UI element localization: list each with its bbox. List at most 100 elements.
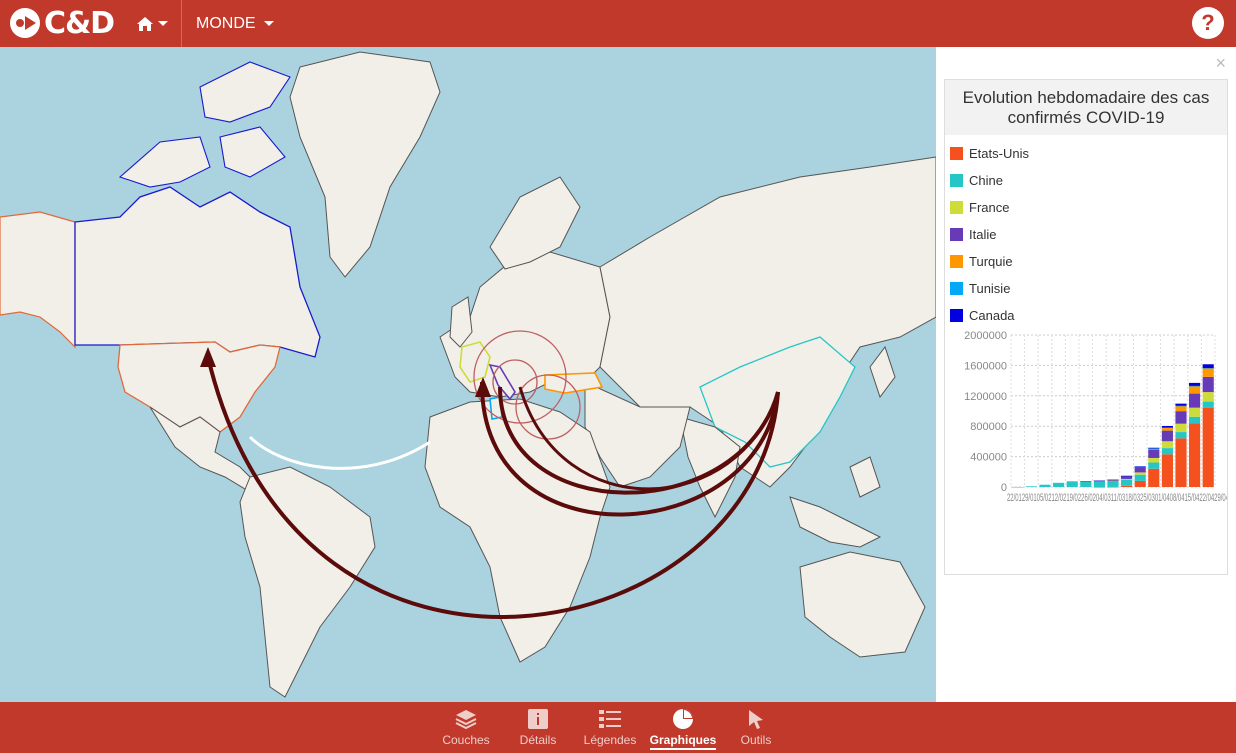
legend-item[interactable]: Etats-Unis [950,140,1029,167]
legend-label: Tunisie [969,281,1011,296]
land-alaska[interactable] [0,211,76,349]
home-menu-button[interactable] [122,0,182,47]
bar-segment[interactable] [1202,376,1214,393]
bar-segment[interactable] [1175,411,1187,424]
bar-segment[interactable] [1161,448,1173,455]
app-logo[interactable]: C&D [8,5,115,41]
bar-segment[interactable] [1189,393,1201,408]
bar-segment[interactable] [1134,480,1146,487]
land-africa [424,398,611,663]
bar-segment[interactable] [1202,368,1214,377]
bar-segment[interactable] [1175,438,1187,487]
legend-item[interactable]: Turquie [950,248,1029,275]
tool-legendes[interactable]: Légendes [575,708,645,747]
bar-segment[interactable] [1148,457,1160,463]
tool-label: Couches [442,733,490,747]
help-button[interactable]: ? [1192,7,1224,39]
world-map[interactable] [0,47,936,702]
bar-segment[interactable] [1175,403,1187,406]
bar-segment[interactable] [1134,466,1146,467]
bar-segment[interactable] [1175,405,1187,407]
bar-segment[interactable] [1175,423,1187,433]
bar-segment[interactable] [1161,430,1173,442]
legend-swatch [950,282,963,295]
bar-segment[interactable] [1202,401,1214,408]
close-icon[interactable]: × [1215,53,1226,74]
bar-segment[interactable] [1175,432,1187,439]
legend-swatch [950,201,963,214]
legend-item[interactable]: Chine [950,167,1029,194]
bar-segment[interactable] [1107,480,1119,482]
bar-segment[interactable] [1161,427,1173,429]
bar-segment[interactable] [1148,447,1160,449]
bar-segment[interactable] [1202,368,1214,369]
bar-segment[interactable] [1161,441,1173,449]
bar-segment[interactable] [1107,479,1119,481]
tool-label: Détails [519,733,557,747]
tool-graphiques[interactable]: Graphiques [648,708,718,750]
chart-panel: × Evolution hebdomadaire des cas confirm… [936,47,1236,702]
bar-segment[interactable] [1189,382,1201,386]
region-label: MONDE [196,14,256,32]
bar-segment[interactable] [1025,486,1037,487]
y-tick-label: 800000 [970,421,1007,433]
bar-segment[interactable] [1148,448,1160,449]
bar-segment[interactable] [1161,427,1173,431]
bar-segment[interactable] [1148,449,1160,458]
bar-segment[interactable] [1121,478,1133,480]
land-se-asia [789,456,882,548]
region-selector[interactable]: MONDE [196,0,274,47]
bar-segment[interactable] [1134,472,1146,475]
tool-couches[interactable]: Couches [431,708,501,747]
bar-segment[interactable] [1148,462,1160,469]
bar-segment[interactable] [1093,486,1105,488]
legend-swatch [950,174,963,187]
legend-swatch [950,228,963,241]
bar-segment[interactable] [1080,481,1092,487]
legend-swatch [950,309,963,322]
bar-segment[interactable] [1189,407,1201,417]
list-icon [599,710,621,728]
tool-details[interactable]: Détails [503,708,573,747]
land-south-america [239,466,376,698]
bar-segment[interactable] [1134,474,1146,481]
bar-segment[interactable] [1202,364,1214,369]
bar-segment[interactable] [1039,484,1051,487]
bar-segment[interactable] [1121,475,1133,477]
legend-item[interactable]: Tunisie [950,275,1029,302]
bar-segment[interactable] [1093,480,1105,482]
legend-item[interactable]: France [950,194,1029,221]
legend-item[interactable]: Italie [950,221,1029,248]
bar-segment[interactable] [1161,425,1173,428]
bar-segment[interactable] [1121,479,1133,486]
top-bar: C&D MONDE ? [0,0,1236,47]
bar-segment[interactable] [1148,468,1160,487]
bar-segment[interactable] [1080,481,1092,482]
chevron-down-icon [157,21,168,26]
tool-outils[interactable]: Outils [721,708,791,747]
bar-segment[interactable] [1012,486,1024,488]
bar-segment[interactable] [1134,466,1146,473]
info-icon [528,709,548,729]
y-tick-label: 2000000 [964,330,1007,342]
bar-segment[interactable] [1189,423,1201,487]
bar-segment[interactable] [1189,385,1201,387]
bar-segment[interactable] [1053,482,1065,487]
home-icon [136,16,153,31]
bar-segment[interactable] [1161,454,1173,487]
bar-segment[interactable] [1121,485,1133,487]
bar-segment[interactable] [1107,480,1119,487]
bar-segment[interactable] [1175,405,1187,412]
bar-segment[interactable] [1107,486,1119,488]
bar-segment[interactable] [1189,416,1201,424]
bar-segment[interactable] [1202,407,1214,487]
x-tick-labels: 22/0129/0105/0212/0219/0226/0204/0311/03… [1007,492,1227,504]
bar-segment[interactable] [1066,481,1078,487]
bar-segment[interactable] [1189,385,1201,394]
bar-segment[interactable] [1093,480,1105,487]
land-canada[interactable] [74,186,321,358]
bar-segment[interactable] [1202,392,1214,402]
land-japan [869,345,896,399]
logo-text: C&D [44,5,115,41]
legend-swatch [950,255,963,268]
